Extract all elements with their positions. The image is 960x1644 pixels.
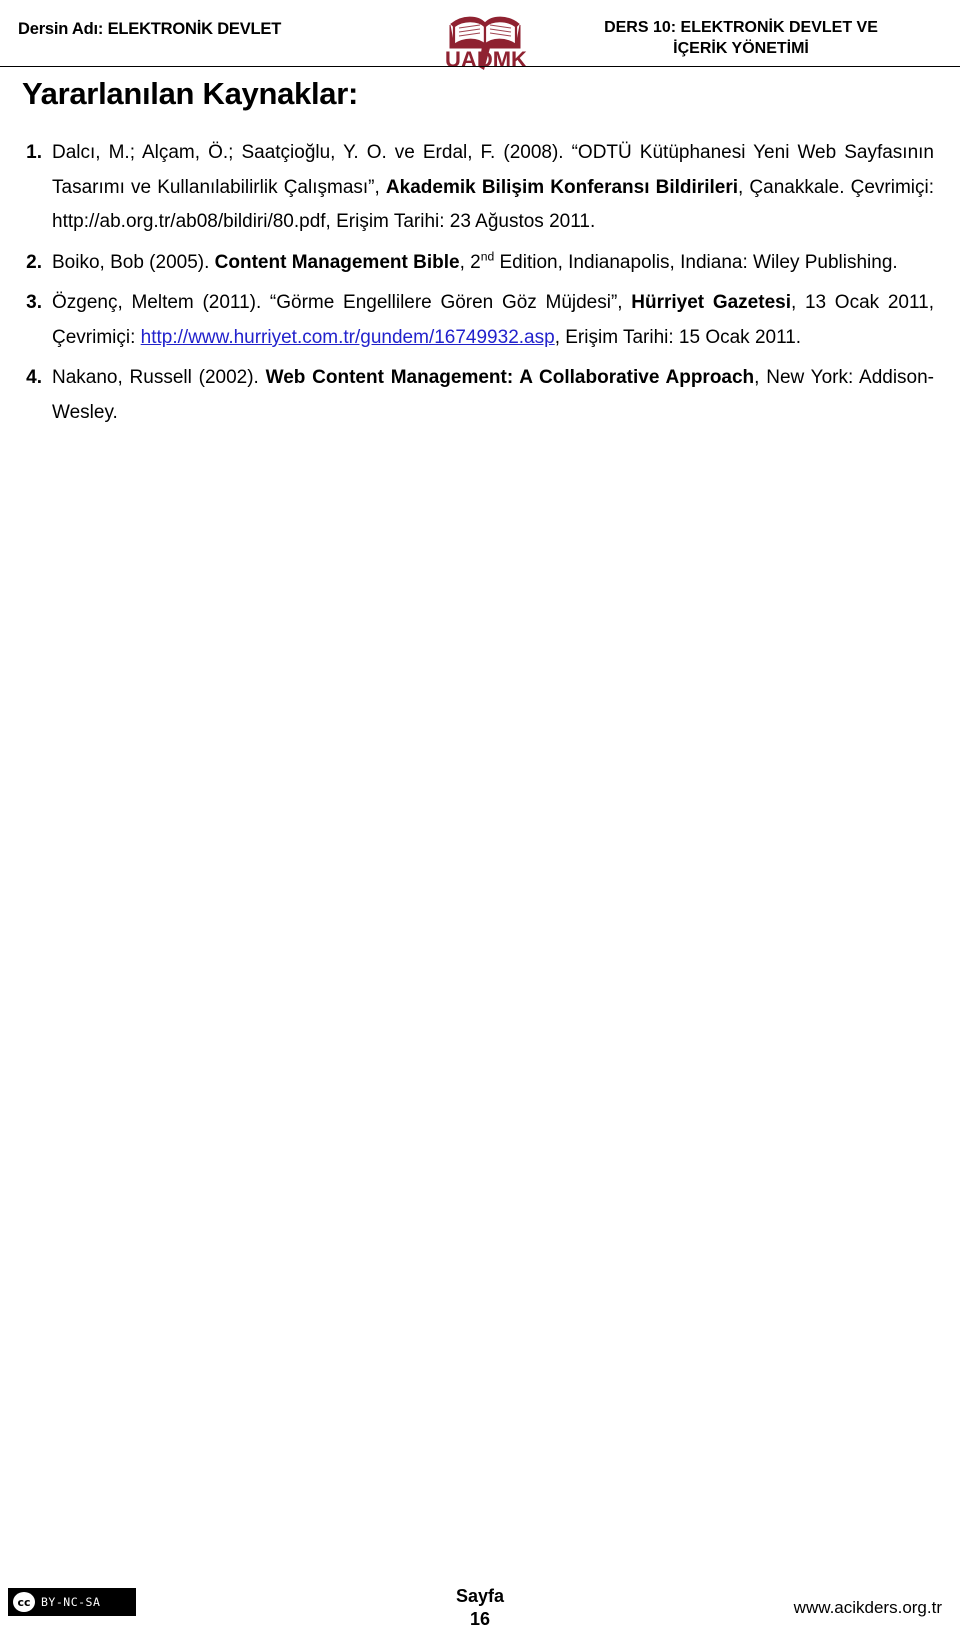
edition-ordinal-suffix: nd [480,249,495,264]
page-header: Dersin Adı: ELEKTRONİK DEVLET UADMK DERS… [0,0,960,72]
lesson-title-line-1: DERS 10: ELEKTRONİK DEVLET VE [604,19,878,36]
reference-url-link[interactable]: http://www.hurriyet.com.tr/gundem/167499… [141,327,555,348]
reference-number: 3. [26,292,42,314]
reference-text-segment: , Erişim Tarihi: 15 Ocak 2011. [554,326,802,348]
page-footer: cc BY-NC-SA Sayfa 16 www.acikders.org.tr [0,1524,960,1644]
reference-source-title: Content Management Bible [214,251,460,273]
reference-text-segment: Boiko, Bob (2005). [52,251,215,273]
reference-item: 2. Boiko, Bob (2005). Content Management … [22,246,934,281]
lesson-title: DERS 10: ELEKTRONİK DEVLET VE İÇERİK YÖN… [544,12,944,59]
lesson-title-line-2: İÇERİK YÖNETİMİ [673,40,809,58]
footer-website-link[interactable]: www.acikders.org.tr [794,1598,942,1618]
reference-source-title: Hürriyet Gazetesi [631,292,791,314]
reference-item: 3. Özgenç, Meltem (2011). “Görme Engellil… [22,286,934,355]
header-divider [0,66,960,67]
reference-text: Dalcı, M.; Alçam, Ö.; Saatçioğlu, Y. O. … [52,136,934,240]
course-name-label: Dersin Adı: ELEKTRONİK DEVLET [18,20,282,38]
reference-text-segment: Nakano, Russell (2002). [52,367,266,389]
reference-text: Özgenç, Meltem (2011). “Görme Engelliler… [52,286,934,355]
reference-text: Boiko, Bob (2005). Content Management Bi… [52,246,934,281]
reference-number: 4. [26,367,42,389]
reference-number: 1. [26,142,42,163]
uadmk-logo-text: UADMK [445,47,527,72]
reference-source-title: Akademik Bilişim Konferansı Bildirileri [385,176,738,198]
reference-text: Nakano, Russell (2002). Web Content Mana… [52,361,934,430]
reference-item: 4. Nakano, Russell (2002). Web Content Ma… [22,361,934,430]
reference-source-title: Web Content Management: A Collaborative … [265,367,755,389]
uadmk-logo-icon: UADMK [445,16,527,72]
reference-item: 1. Dalcı, M.; Alçam, Ö.; Saatçioğlu, Y. O… [22,136,934,240]
reference-text-segment: Edition, Indianapolis, Indiana: Wiley Pu… [494,251,898,273]
reference-text-segment: Özgenç, Meltem (2011). “Görme Engelliler… [52,292,632,314]
reference-number: 2. [26,251,42,273]
page-title: Yararlanılan Kaynaklar: [22,76,359,111]
uadmk-logo: UADMK [438,12,534,72]
reference-text-segment: , 2 [459,251,481,273]
references-list: 1. Dalcı, M.; Alçam, Ö.; Saatçioğlu, Y. O… [22,136,934,437]
